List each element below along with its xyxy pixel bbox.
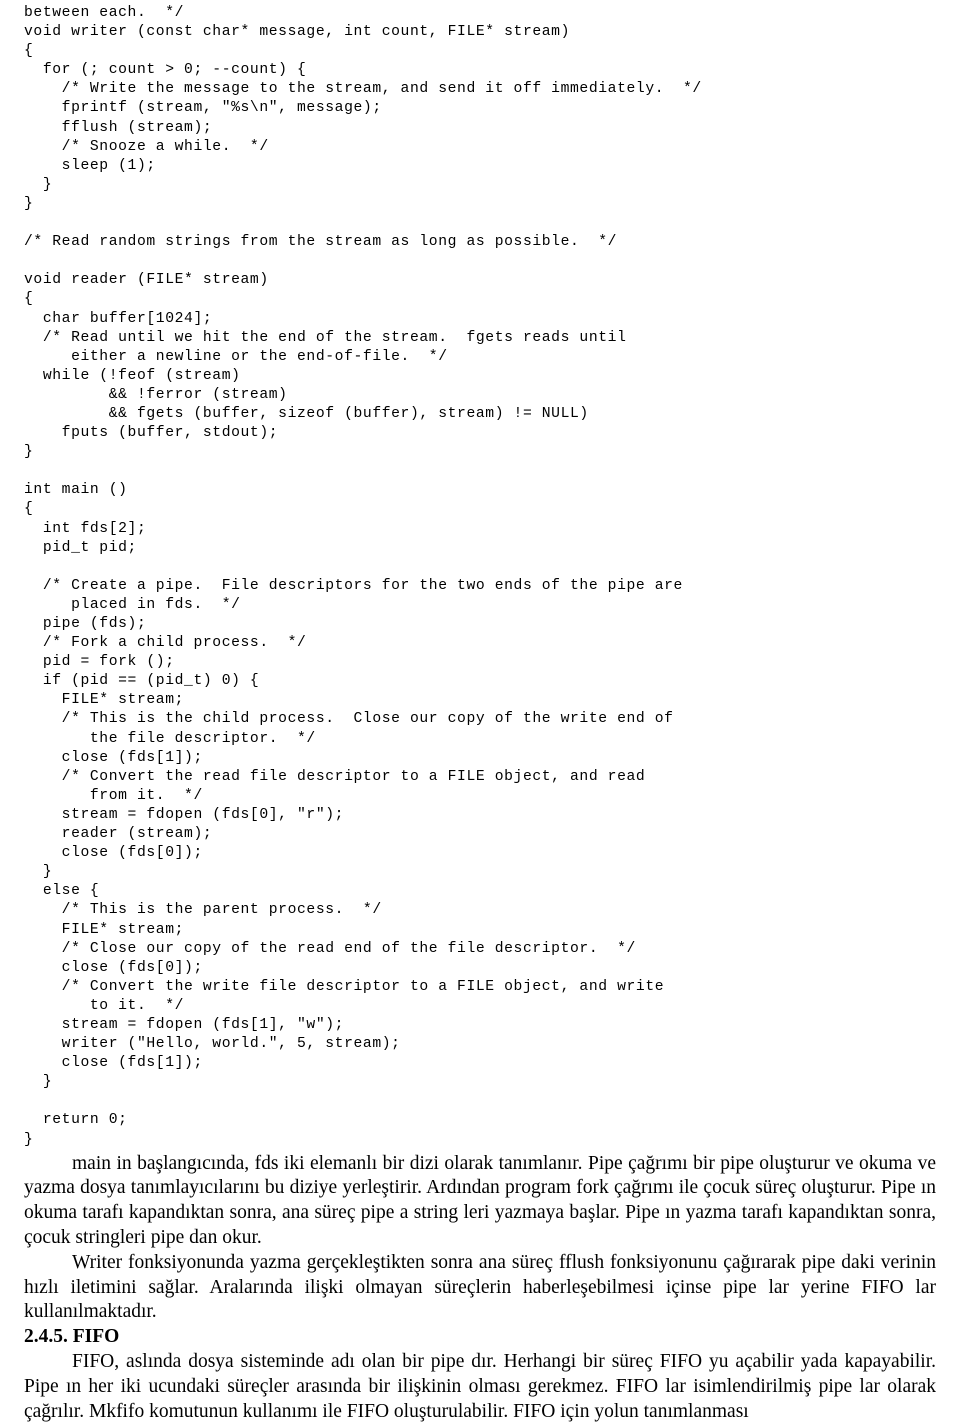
body-text: main in başlangıcında, fds iki elemanlı … — [24, 1152, 936, 1425]
paragraph-pipe-explanation: main in başlangıcında, fds iki elemanlı … — [24, 1152, 936, 1249]
section-heading-fifo: 2.4.5. FIFO — [24, 1326, 120, 1348]
document-page: between each. */ void writer (const char… — [0, 0, 960, 1428]
source-code-listing: between each. */ void writer (const char… — [24, 5, 702, 1148]
paragraph-writer-explanation: Writer fonksiyonunda yazma gerçekleştikt… — [24, 1251, 936, 1323]
paragraph-fifo-description: FIFO, aslında dosya sisteminde adı olan … — [24, 1351, 936, 1422]
